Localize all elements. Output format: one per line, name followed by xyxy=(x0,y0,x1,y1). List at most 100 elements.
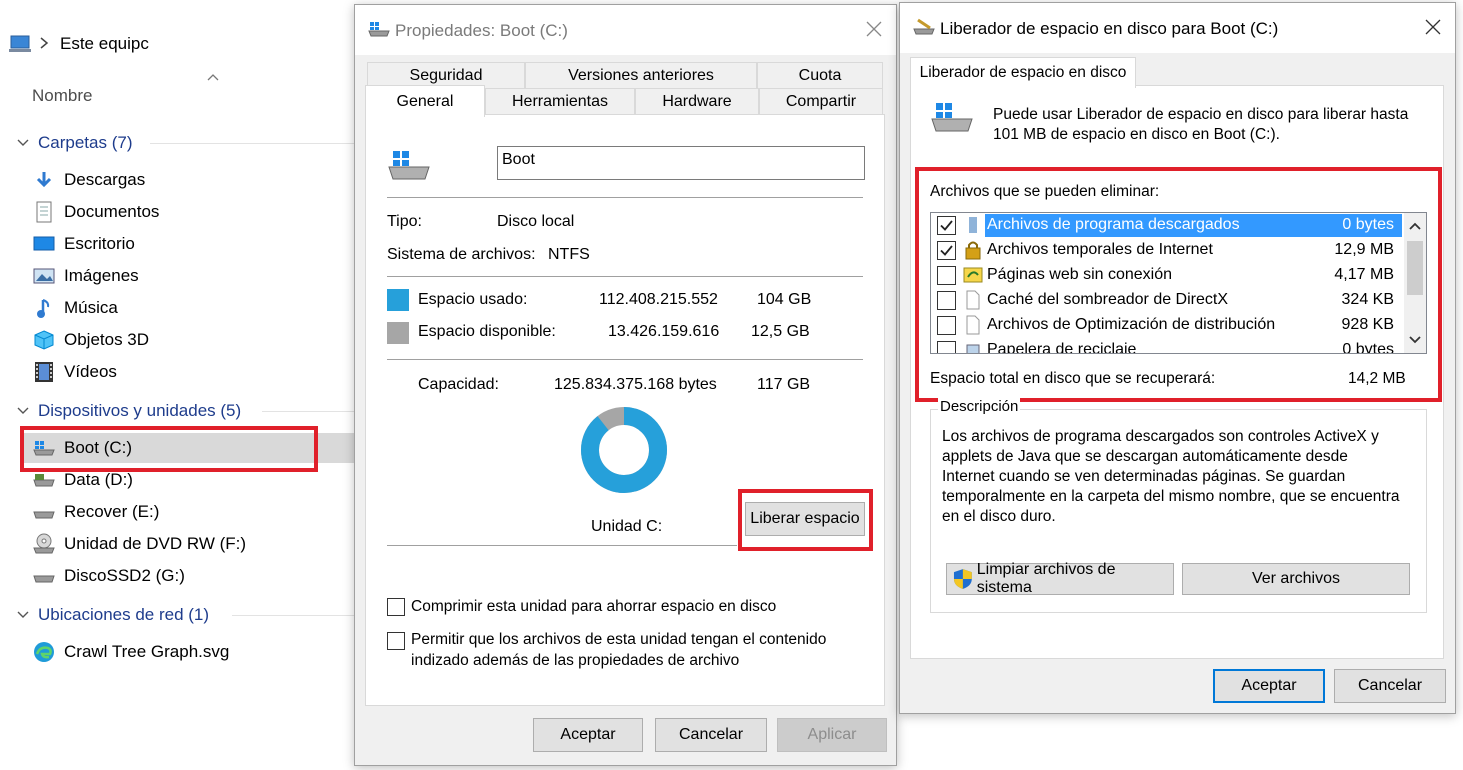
intro-line2: 101 MB de espacio en disco en Boot (C:). xyxy=(993,126,1280,143)
drive-item-dvd-f[interactable]: Unidad de DVD RW (F:) xyxy=(32,529,354,559)
compress-label: Comprimir esta unidad para ahorrar espac… xyxy=(411,598,777,615)
group-divider xyxy=(262,411,355,412)
download-arrow-icon xyxy=(32,168,56,192)
pictures-icon xyxy=(32,264,56,288)
properties-title: Propiedades: Boot (C:) xyxy=(395,21,568,40)
capacity-label: Capacidad: xyxy=(418,376,499,393)
close-icon[interactable] xyxy=(1423,17,1443,37)
tab-general[interactable]: General xyxy=(365,85,485,117)
usage-donut-chart xyxy=(579,405,669,495)
compress-checkbox[interactable] xyxy=(387,598,405,616)
cleanup-title: Liberador de espacio en disco para Boot … xyxy=(940,19,1279,38)
group-folders[interactable]: Carpetas (7) xyxy=(16,133,132,153)
index-label-line2: indizado además de las propiedades de ar… xyxy=(411,652,740,669)
edge-browser-icon xyxy=(32,640,56,664)
type-label: Tipo: xyxy=(387,213,422,230)
free-space-gb: 12,5 GB xyxy=(751,323,810,340)
group-devices-label: Dispositivos y unidades (5) xyxy=(38,401,242,420)
drive-label: Unidad de DVD RW (F:) xyxy=(64,534,247,553)
folder-item-escritorio[interactable]: Escritorio xyxy=(32,229,354,259)
drive-item-data-d[interactable]: Data (D:) xyxy=(32,465,354,495)
type-value: Disco local xyxy=(497,213,575,230)
ok-button[interactable]: Aceptar xyxy=(1213,669,1325,703)
column-header-name[interactable]: Nombre xyxy=(32,86,92,106)
file-explorer-window: Este equipc Nombre Carpetas (7) Descarga… xyxy=(0,0,360,770)
dvd-drive-icon xyxy=(32,532,56,556)
windows-drive-large-icon xyxy=(930,99,974,135)
chevron-down-icon xyxy=(17,407,29,414)
tab-versiones-anteriores[interactable]: Versiones anteriores xyxy=(525,62,757,88)
drive-name-input[interactable]: Boot xyxy=(497,146,865,180)
drive-icon xyxy=(32,564,56,588)
tab-cuota[interactable]: Cuota xyxy=(757,62,883,88)
drive-item-discossd2-g[interactable]: DiscoSSD2 (G:) xyxy=(32,561,354,591)
free-space-swatch xyxy=(387,322,409,344)
cancel-button[interactable]: Cancelar xyxy=(1334,669,1446,703)
description-line: Internet cuando se ven determinadas pági… xyxy=(942,468,1346,485)
description-line: applets de Java que se descargan automát… xyxy=(942,448,1348,465)
cube-3d-icon xyxy=(32,328,56,352)
apply-button[interactable]: Aplicar xyxy=(777,718,887,752)
network-item-label: Crawl Tree Graph.svg xyxy=(64,642,230,661)
tab-compartir[interactable]: Compartir xyxy=(759,88,883,114)
index-checkbox[interactable] xyxy=(387,632,405,650)
group-divider xyxy=(150,143,355,144)
drive-label: Recover (E:) xyxy=(64,502,160,521)
filesystem-value: NTFS xyxy=(548,246,590,263)
folder-item-documentos[interactable]: Documentos xyxy=(32,197,354,227)
description-line: Los archivos de programa descargados son… xyxy=(942,428,1379,445)
group-network-label: Ubicaciones de red (1) xyxy=(38,605,210,624)
desktop-icon xyxy=(32,232,56,256)
group-network[interactable]: Ubicaciones de red (1) xyxy=(16,605,209,625)
divider xyxy=(387,197,863,198)
description-line: temporalmente en la carpeta del mismo no… xyxy=(942,488,1400,505)
folder-item-descargas[interactable]: Descargas xyxy=(32,165,354,195)
network-item-crawl-tree[interactable]: Crawl Tree Graph.svg xyxy=(32,637,354,667)
free-space-bytes: 13.426.159.616 xyxy=(608,323,720,340)
address-bar[interactable]: Este equipc xyxy=(0,22,360,66)
ok-button[interactable]: Aceptar xyxy=(533,718,643,752)
tab-disk-cleanup[interactable]: Liberador de espacio en disco xyxy=(910,57,1136,88)
tab-hardware[interactable]: Hardware xyxy=(635,88,759,114)
folder-item-musica[interactable]: Música xyxy=(32,293,354,323)
computer-icon xyxy=(8,34,32,54)
address-text: Este equipc xyxy=(60,34,149,53)
folder-item-imagenes[interactable]: Imágenes xyxy=(32,261,354,291)
capacity-bytes: 125.834.375.168 bytes xyxy=(554,376,717,393)
used-space-gb: 104 GB xyxy=(757,291,812,308)
tab-herramientas[interactable]: Herramientas xyxy=(485,88,635,114)
folder-item-videos[interactable]: Vídeos xyxy=(32,357,354,387)
group-devices[interactable]: Dispositivos y unidades (5) xyxy=(16,401,241,421)
folder-label: Escritorio xyxy=(64,234,135,253)
divider xyxy=(387,359,863,360)
folder-label: Imágenes xyxy=(64,266,139,285)
drive-item-recover-e[interactable]: Recover (E:) xyxy=(32,497,354,527)
properties-titlebar: Propiedades: Boot (C:) xyxy=(355,5,896,55)
close-icon[interactable] xyxy=(864,19,884,39)
intro-line1: Puede usar Liberador de espacio en disco… xyxy=(993,106,1409,123)
free-space-label: Espacio disponible: xyxy=(418,323,556,340)
folder-label: Documentos xyxy=(64,202,160,221)
clean-system-files-label: Limpiar archivos de sistema xyxy=(976,561,1116,596)
capacity-gb: 117 GB xyxy=(757,376,811,393)
group-divider xyxy=(232,615,355,616)
document-icon xyxy=(32,200,56,224)
film-strip-icon xyxy=(32,360,56,384)
divider xyxy=(387,276,863,277)
donut-used-arc xyxy=(581,407,667,493)
used-space-swatch xyxy=(387,289,409,311)
drive-icon xyxy=(32,500,56,524)
uac-shield-icon xyxy=(953,569,972,589)
properties-dialog: Propiedades: Boot (C:) Seguridad Version… xyxy=(354,4,897,766)
cancel-button[interactable]: Cancelar xyxy=(655,718,767,752)
view-files-button[interactable]: Ver archivos xyxy=(1182,563,1410,595)
index-label-line1: Permitir que los archivos de esta unidad… xyxy=(411,631,827,648)
folder-item-objetos-3d[interactable]: Objetos 3D xyxy=(32,325,354,355)
highlight-box-files-list xyxy=(915,167,1442,402)
drive-label: DiscoSSD2 (G:) xyxy=(64,566,185,585)
divider xyxy=(387,545,737,546)
chevron-down-icon xyxy=(17,611,29,618)
description-title: Descripción xyxy=(938,398,1021,415)
group-folders-label: Carpetas (7) xyxy=(38,133,133,152)
clean-system-files-button[interactable]: Limpiar archivos de sistema xyxy=(946,561,1174,596)
